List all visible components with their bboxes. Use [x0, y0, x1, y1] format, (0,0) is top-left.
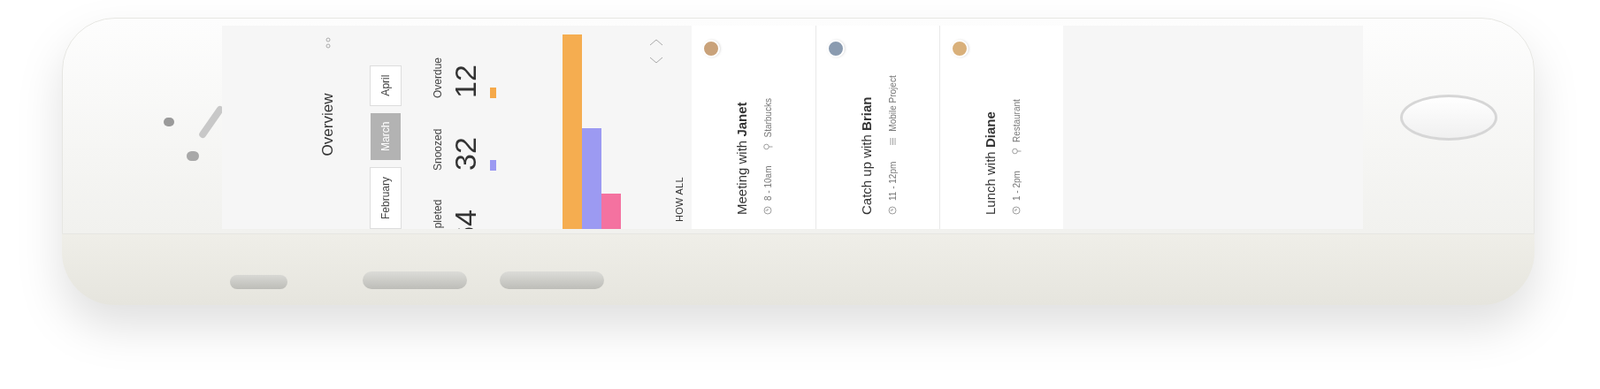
chart-bar	[601, 193, 621, 230]
mute-switch[interactable]	[229, 275, 288, 290]
stat-marker	[489, 160, 497, 171]
stat-label: Snoozed	[429, 129, 446, 171]
phone: OverviewryFebruaryMarchAprilompleted64Sn…	[61, 17, 1535, 306]
month-tab[interactable]: February	[369, 167, 402, 230]
event-meta: 11 - 12pm Mobile Project	[886, 39, 900, 215]
event-time: 1 - 2pm	[1010, 170, 1024, 201]
avatar	[950, 39, 969, 58]
event-card[interactable]: Meeting with Janet 8 - 10am Starbucks	[691, 25, 816, 230]
event-time: 8 - 10am	[761, 166, 775, 201]
camera	[163, 117, 175, 127]
event-title: Meeting with Janet	[732, 39, 753, 215]
stat-marker	[489, 87, 497, 99]
event-location: Mobile Project	[886, 75, 900, 131]
stat: Snoozed32	[429, 101, 497, 175]
page: OverviewryFebruaryMarchAprilompleted64Sn…	[0, 0, 1600, 389]
clock-icon	[1011, 206, 1021, 215]
list-icon	[888, 137, 897, 146]
volume-down-button[interactable]	[499, 271, 605, 290]
pin-icon	[1011, 147, 1022, 155]
event-title: Lunch with Diane	[980, 39, 1002, 215]
stat-value: 64	[447, 209, 483, 230]
home-button[interactable]	[1400, 94, 1498, 141]
speaker	[198, 104, 226, 139]
more-icon[interactable]	[325, 36, 331, 49]
stat-label: Overdue	[429, 57, 446, 99]
stats: ompleted64Snoozed32Overdue12	[421, 25, 519, 230]
month-tabs: ryFebruaryMarchApril	[350, 25, 422, 230]
avatar	[826, 39, 845, 58]
screen: OverviewryFebruaryMarchAprilompleted64Sn…	[222, 25, 1363, 230]
right-bezel	[1362, 18, 1534, 234]
stat: ompleted64	[429, 174, 497, 230]
stat-label: ompleted	[429, 199, 446, 230]
event-meta: 8 - 10am Starbucks	[761, 39, 775, 215]
stat-value: 12	[447, 64, 483, 99]
phone-side	[61, 234, 1535, 306]
left-bezel	[62, 18, 223, 234]
chevron-left-icon[interactable]	[649, 55, 664, 65]
pin-icon	[763, 143, 774, 151]
screen-content: OverviewryFebruaryMarchAprilompleted64Sn…	[222, 25, 1363, 230]
event-location: Starbucks	[761, 98, 775, 138]
show-all[interactable]: HOW ALL	[672, 176, 693, 223]
stat: Overdue12	[429, 29, 497, 102]
bar-chart	[562, 25, 621, 230]
chevron-right-icon[interactable]	[649, 38, 664, 47]
volume-up-button[interactable]	[362, 271, 467, 290]
event-card[interactable]: Lunch with Diane 1 - 2pm Restaurant	[939, 25, 1064, 230]
chart-bar	[562, 34, 582, 230]
sensor	[186, 151, 200, 161]
header: Overview	[306, 25, 351, 230]
event-list: Meeting with Janet 8 - 10am Starbucks Catch…	[691, 25, 1064, 230]
avatar	[702, 39, 720, 58]
event-card[interactable]: Catch up with Brian 11 - 12pm Mobile Proje…	[815, 25, 940, 230]
clock-icon	[763, 206, 773, 215]
chart-bar	[581, 128, 602, 230]
event-time: 11 - 12pm	[886, 161, 900, 201]
phone-face: OverviewryFebruaryMarchAprilompleted64Sn…	[61, 17, 1535, 235]
event-title: Catch up with Brian	[857, 39, 878, 215]
month-tab[interactable]: March	[370, 113, 401, 161]
clock-icon	[888, 206, 897, 215]
event-meta: 1 - 2pm Restaurant	[1010, 39, 1024, 215]
month-tab[interactable]: April	[369, 65, 402, 107]
title: Overview	[316, 93, 340, 157]
chart-footer: HOW ALL	[620, 25, 692, 230]
event-location: Restaurant	[1010, 99, 1024, 143]
stat-value: 32	[447, 137, 483, 171]
